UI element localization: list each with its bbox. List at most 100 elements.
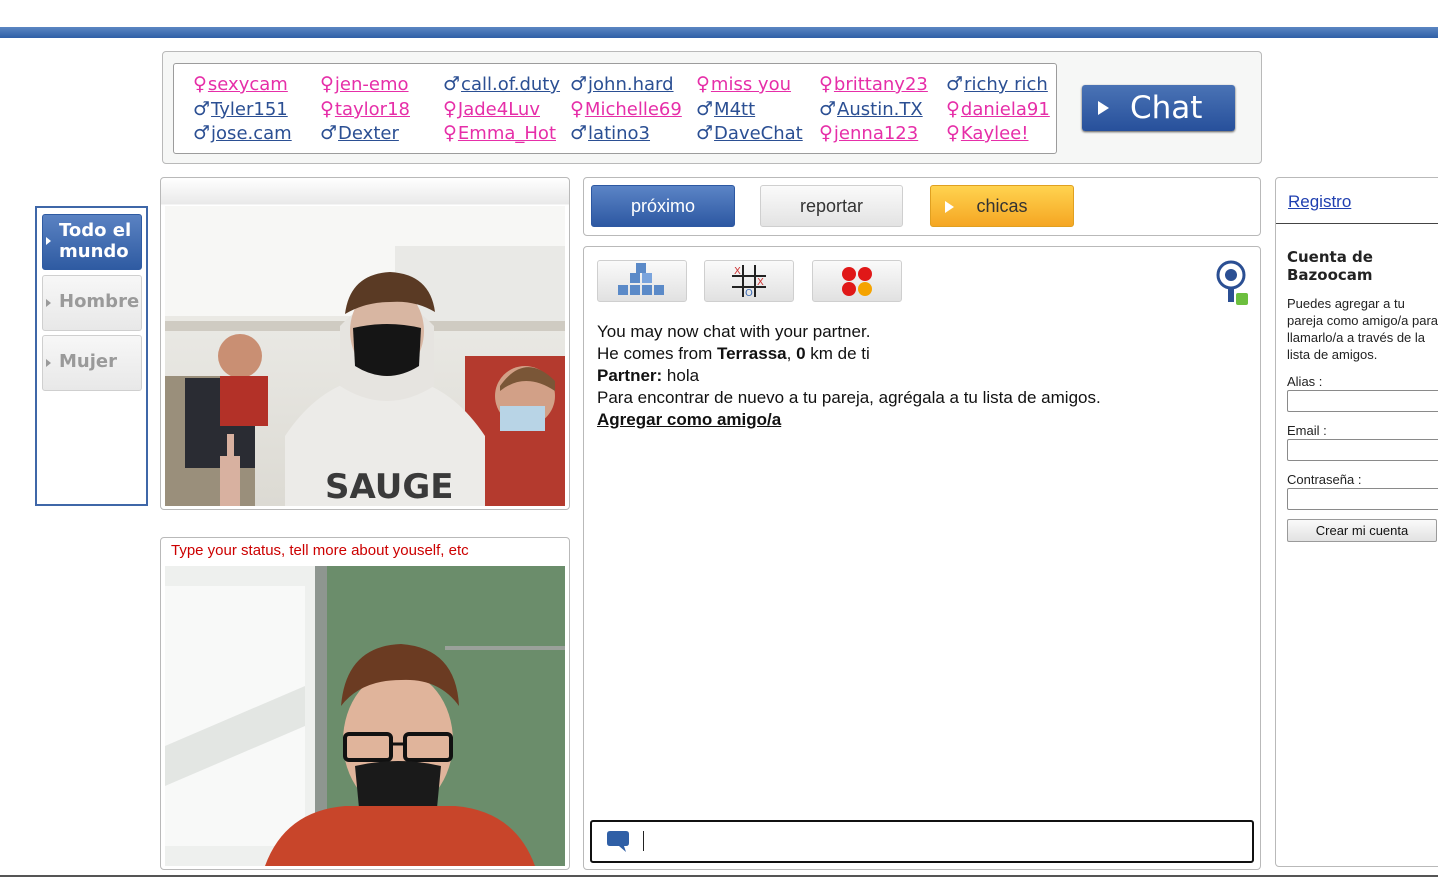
chat-input-box[interactable]: [590, 820, 1254, 863]
divider: [1276, 223, 1438, 224]
partner-location: He comes from Terrassa, 0 km de ti: [597, 344, 870, 363]
partner-message: Partner: hola: [597, 365, 1101, 387]
user-name[interactable]: Tyler151: [211, 99, 288, 120]
user-name[interactable]: Emma_Hot: [458, 123, 556, 144]
svg-text:SAUGE: SAUGE: [325, 467, 454, 506]
user-link[interactable]: ♀daniela91: [946, 98, 1050, 121]
alias-field[interactable]: [1287, 390, 1438, 412]
female-icon: ♀: [193, 73, 207, 95]
arrow-right-icon: [46, 237, 51, 245]
user-link[interactable]: ♂jose.cam: [193, 122, 292, 145]
user-name[interactable]: latino3: [588, 123, 650, 144]
user-name[interactable]: jen-emo: [335, 74, 409, 95]
user-link[interactable]: ♂john.hard: [570, 73, 674, 96]
register-link[interactable]: Registro: [1288, 192, 1351, 212]
user-link[interactable]: ♂Dexter: [320, 122, 399, 145]
webcam-icon[interactable]: [1214, 259, 1250, 309]
status-input[interactable]: Type your status, tell more about yousel…: [171, 542, 469, 559]
user-name[interactable]: brittany23: [834, 74, 928, 95]
user-link[interactable]: ♀jenna123: [819, 122, 918, 145]
user-link[interactable]: ♂DaveChat: [696, 122, 803, 145]
user-name[interactable]: taylor18: [335, 99, 410, 120]
user-name[interactable]: Michelle69: [585, 99, 682, 120]
user-link[interactable]: ♂latino3: [570, 122, 650, 145]
chat-input[interactable]: [638, 828, 1242, 856]
filter-male[interactable]: Hombre: [42, 275, 142, 331]
svg-text:O: O: [745, 288, 753, 299]
user-name[interactable]: daniela91: [961, 99, 1050, 120]
user-link[interactable]: ♀taylor18: [320, 98, 410, 121]
user-link[interactable]: ♀sexycam: [193, 73, 288, 96]
user-link[interactable]: ♂Austin.TX: [819, 98, 923, 121]
connect-dots-icon: [842, 267, 872, 296]
user-link[interactable]: ♂richy rich: [946, 73, 1048, 96]
header-stripe: [0, 27, 1438, 38]
arrow-right-icon: [46, 359, 51, 367]
password-field[interactable]: [1287, 488, 1438, 510]
user-name[interactable]: jose.cam: [211, 123, 292, 144]
user-name[interactable]: M4tt: [714, 99, 755, 120]
controls-bar: próximo reportar chicas: [583, 177, 1261, 236]
female-icon: ♀: [696, 73, 710, 95]
male-icon: ♂: [696, 122, 714, 144]
game-button-blocks[interactable]: [597, 260, 687, 302]
create-account-button[interactable]: Crear mi cuenta: [1287, 519, 1437, 542]
gender-filter-panel: Todo el mundo Hombre Mujer: [35, 206, 148, 506]
arrow-right-icon: [46, 299, 51, 307]
user-name[interactable]: Dexter: [338, 123, 399, 144]
report-button[interactable]: reportar: [760, 185, 903, 227]
game-button-tictactoe[interactable]: X X O: [704, 260, 794, 302]
speech-bubble-icon: [607, 831, 629, 852]
user-link[interactable]: ♀brittany23: [819, 73, 928, 96]
user-link[interactable]: ♀Michelle69: [570, 98, 682, 121]
password-label: Contraseña :: [1287, 472, 1362, 487]
add-friend-link[interactable]: Agregar como amigo/a: [597, 409, 1101, 431]
male-icon: ♂: [320, 122, 338, 144]
user-name[interactable]: Jade4Luv: [458, 99, 540, 120]
female-icon: ♀: [570, 98, 584, 120]
svg-text:X: X: [734, 266, 741, 277]
account-title: Cuenta de Bazoocam: [1287, 248, 1373, 284]
male-icon: ♂: [946, 73, 964, 95]
user-name[interactable]: richy rich: [964, 74, 1048, 95]
user-name[interactable]: john.hard: [588, 74, 674, 95]
user-link[interactable]: ♀miss you: [696, 73, 791, 96]
site-header: [0, 0, 1438, 27]
game-button-dots[interactable]: [812, 260, 902, 302]
male-icon: ♂: [819, 98, 837, 120]
filter-female[interactable]: Mujer: [42, 335, 142, 391]
play-icon: [945, 201, 954, 213]
user-link[interactable]: ♂M4tt: [696, 98, 755, 121]
partner-city: Terrassa: [716, 344, 787, 363]
user-name[interactable]: DaveChat: [714, 123, 803, 144]
chat-button[interactable]: Chat: [1082, 85, 1235, 131]
tic-tac-toe-icon: X X O: [732, 265, 766, 299]
account-title-line2: Bazoocam: [1287, 266, 1373, 284]
female-icon: ♀: [320, 98, 334, 120]
user-link[interactable]: ♀jen-emo: [320, 73, 409, 96]
user-name[interactable]: Kaylee!: [961, 123, 1029, 144]
chat-panel: X X O You may now chat with your partner…: [583, 246, 1261, 870]
female-icon: ♀: [320, 73, 334, 95]
user-name[interactable]: miss you: [711, 74, 791, 95]
user-link[interactable]: ♂Tyler151: [193, 98, 288, 121]
user-link[interactable]: ♀Jade4Luv: [443, 98, 540, 121]
user-name[interactable]: call.of.duty: [461, 74, 560, 95]
filter-everyone[interactable]: Todo el mundo: [42, 214, 142, 270]
partner-distance: 0: [796, 344, 806, 363]
user-name[interactable]: jenna123: [834, 123, 918, 144]
next-button[interactable]: próximo: [591, 185, 735, 227]
email-label: Email :: [1287, 423, 1327, 438]
chat-messages: You may now chat with your partner. He c…: [597, 321, 1101, 431]
female-icon: ♀: [819, 122, 833, 144]
user-link[interactable]: ♀Kaylee!: [946, 122, 1028, 145]
user-link[interactable]: ♀Emma_Hot: [443, 122, 556, 145]
user-name[interactable]: sexycam: [208, 74, 288, 95]
girls-button[interactable]: chicas: [930, 185, 1074, 227]
partner-video-frame: SAUGE: [165, 206, 565, 506]
user-name[interactable]: Austin.TX: [837, 99, 923, 120]
user-link[interactable]: ♂call.of.duty: [443, 73, 560, 96]
girls-button-label: chicas: [976, 196, 1028, 216]
email-field[interactable]: [1287, 439, 1438, 461]
partner-video-panel: SAUGE: [160, 177, 570, 510]
